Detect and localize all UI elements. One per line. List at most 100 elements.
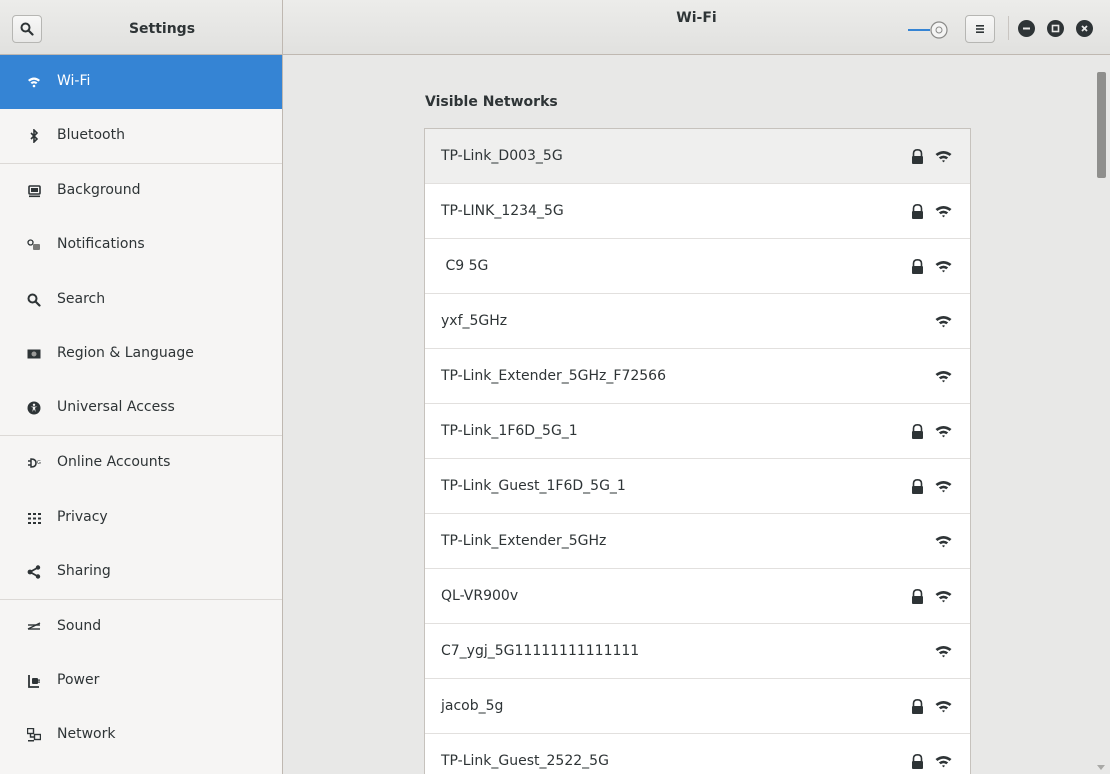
header-separator <box>1008 16 1009 40</box>
search-icon <box>27 293 41 307</box>
search-icon <box>20 22 34 36</box>
sidebar-item-network[interactable]: Network <box>0 708 282 762</box>
privacy-icon <box>27 511 41 525</box>
network-row[interactable]: C7_ygj_5G11111111111111 <box>425 624 970 679</box>
sidebar-item-wifi[interactable]: Wi-Fi <box>0 55 282 109</box>
sidebar-item-label: Bluetooth <box>57 127 125 143</box>
network-name: QL-VR900v <box>441 588 519 604</box>
header-bar: Settings Wi-Fi <box>0 0 1110 55</box>
sidebar-item-bluetooth[interactable]: Bluetooth <box>0 109 282 163</box>
maximize-icon <box>1051 24 1060 33</box>
sidebar-item-label: Power <box>57 672 100 688</box>
network-icon <box>27 728 41 742</box>
network-name: yxf_5GHz <box>441 313 508 329</box>
wifi-signal-icon <box>935 700 952 713</box>
sidebar-item-label: Background <box>57 182 141 198</box>
sidebar-item-search[interactable]: Search <box>0 273 282 327</box>
network-row[interactable]: jacob_5g <box>425 679 970 734</box>
network-name: C9 5G <box>441 258 489 274</box>
lock-icon <box>911 423 924 440</box>
search-button[interactable] <box>12 15 42 43</box>
background-icon <box>27 184 41 198</box>
network-name: C7_ygj_5G11111111111111 <box>441 643 640 659</box>
hamburger-icon <box>976 25 984 33</box>
notifications-icon <box>27 238 41 252</box>
network-row[interactable]: TP-Link_1F6D_5G_1 <box>425 404 970 459</box>
wifi-signal-icon <box>935 535 952 548</box>
sidebar-item-sound[interactable]: Sound <box>0 600 282 654</box>
wifi-signal-icon <box>935 150 952 163</box>
network-name: TP-Link_Guest_1F6D_5G_1 <box>441 478 626 494</box>
lock-icon <box>911 478 924 495</box>
wifi-signal-icon <box>935 260 952 273</box>
scrollbar-thumb[interactable] <box>1097 72 1106 178</box>
sidebar-item-label: Privacy <box>57 509 108 525</box>
network-row[interactable]: TP-LINK_1234_5G <box>425 184 970 239</box>
sidebar-item-label: Search <box>57 291 106 307</box>
network-name: TP-Link_Extender_5GHz <box>441 533 607 549</box>
scroll-down-arrow[interactable] <box>1097 765 1105 770</box>
sidebar-item-privacy[interactable]: Privacy <box>0 491 282 545</box>
section-title: Visible Networks <box>425 94 558 110</box>
svg-text:G: G <box>37 460 41 466</box>
network-name: TP-Link_D003_5G <box>441 148 563 164</box>
network-list: TP-Link_D003_5G TP-LINK_1234_5G C9 5G yxf_… <box>424 128 971 774</box>
wifi-icon <box>27 75 41 89</box>
sidebar-item-notifications[interactable]: Notifications <box>0 218 282 272</box>
sidebar-item-label: Notifications <box>57 236 145 252</box>
network-name: TP-Link_1F6D_5G_1 <box>441 423 578 439</box>
sidebar-item-label: Sharing <box>57 563 111 579</box>
power-icon <box>27 674 41 688</box>
wifi-signal-icon <box>935 315 952 328</box>
region-icon <box>27 347 41 361</box>
sidebar-item-label: Sound <box>57 618 102 634</box>
network-name: TP-Link_Extender_5GHz_F72566 <box>441 368 666 384</box>
network-row[interactable]: yxf_5GHz <box>425 294 970 349</box>
maximize-button[interactable] <box>1047 20 1064 37</box>
sound-icon <box>27 620 41 634</box>
close-button[interactable] <box>1076 20 1093 37</box>
network-row[interactable]: TP-Link_D003_5G <box>425 129 970 184</box>
wifi-signal-icon <box>935 645 952 658</box>
online-accounts-icon: G <box>27 456 41 470</box>
network-row[interactable]: TP-Link_Extender_5GHz <box>425 514 970 569</box>
wifi-signal-icon <box>935 370 952 383</box>
network-row[interactable]: C9 5G <box>425 239 970 294</box>
wifi-signal-icon <box>935 480 952 493</box>
sidebar-item-label: Wi-Fi <box>57 73 91 89</box>
network-row[interactable]: TP-Link_Guest_2522_5G <box>425 734 970 774</box>
network-name: TP-Link_Guest_2522_5G <box>441 753 609 769</box>
menu-button[interactable] <box>965 15 995 43</box>
minimize-icon <box>1023 27 1030 30</box>
sharing-icon <box>27 565 41 579</box>
network-name: TP-LINK_1234_5G <box>441 203 564 219</box>
bluetooth-icon <box>27 129 41 143</box>
wifi-signal-icon <box>935 590 952 603</box>
lock-icon <box>911 588 924 605</box>
minimize-button[interactable] <box>1018 20 1035 37</box>
settings-title: Settings <box>128 21 196 37</box>
universal-access-icon <box>27 401 41 415</box>
close-icon <box>1081 25 1088 32</box>
sidebar-item-background[interactable]: Background <box>0 164 282 218</box>
network-row[interactable]: TP-Link_Extender_5GHz_F72566 <box>425 349 970 404</box>
lock-icon <box>911 148 924 165</box>
wifi-toggle-switch[interactable] <box>906 19 950 41</box>
network-row[interactable]: TP-Link_Guest_1F6D_5G_1 <box>425 459 970 514</box>
sidebar-item-universal-access[interactable]: Universal Access <box>0 381 282 435</box>
sidebar-item-sharing[interactable]: Sharing <box>0 545 282 599</box>
sidebar-item-online-accounts[interactable]: G Online Accounts <box>0 436 282 490</box>
sidebar-header: Settings <box>0 0 283 55</box>
wifi-signal-icon <box>935 205 952 218</box>
network-row[interactable]: QL-VR900v <box>425 569 970 624</box>
sidebar-item-label: Region & Language <box>57 345 194 361</box>
sidebar-item-power[interactable]: Power <box>0 654 282 708</box>
main-content: Visible Networks TP-Link_D003_5G TP-LINK_… <box>283 55 1110 774</box>
scrollbar[interactable] <box>1093 55 1110 774</box>
sidebar-item-label: Online Accounts <box>57 454 171 470</box>
sidebar-item-region-language[interactable]: Region & Language <box>0 327 282 381</box>
sidebar-item-label: Universal Access <box>57 399 175 415</box>
wifi-signal-icon <box>935 425 952 438</box>
lock-icon <box>911 698 924 715</box>
sidebar-item-label: Network <box>57 726 116 742</box>
